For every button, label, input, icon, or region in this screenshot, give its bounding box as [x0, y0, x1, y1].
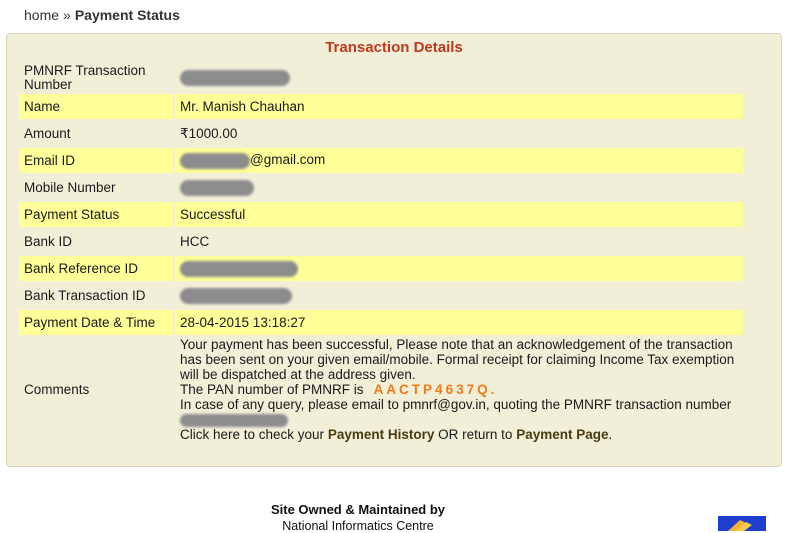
redacted-bank-transaction — [180, 287, 292, 304]
row-transaction-number: PMNRF Transaction Number — [19, 64, 743, 92]
query-line: In case of any query, please email to pm… — [180, 397, 732, 412]
panel-title: Transaction Details — [325, 39, 463, 56]
row-value: Mr. Manish Chauhan — [175, 94, 743, 119]
row-value: 28-04-2015 13:18:27 — [175, 310, 743, 335]
row-comments: Comments Your payment has been successfu… — [19, 337, 743, 442]
row-label: Payment Date & Time — [19, 310, 175, 335]
row-value — [175, 283, 743, 308]
redacted-transaction-number — [180, 70, 290, 87]
row-label: Amount — [24, 125, 71, 141]
email-domain: @gmail.com — [250, 152, 326, 168]
redacted-bank-reference — [180, 260, 298, 277]
breadcrumb-separator: » — [63, 7, 71, 23]
row-amount: Amount ₹1000.00 — [19, 121, 743, 146]
comments-message: Your payment has been successful, Please… — [180, 337, 735, 382]
row-value: Successful — [175, 202, 743, 227]
row-label: Bank Reference ID — [19, 256, 175, 281]
redacted-mobile-number — [180, 179, 254, 196]
payment-history-link[interactable]: Payment History — [328, 427, 435, 442]
row-label: Name — [19, 94, 175, 119]
row-label: Email ID — [19, 148, 175, 173]
row-label: Mobile Number — [24, 179, 116, 195]
footer: Site Owned & Maintained by National Info… — [0, 502, 716, 533]
row-label: Payment Status — [19, 202, 175, 227]
row-mobile: Mobile Number — [19, 175, 743, 200]
row-label: Comments — [24, 381, 90, 397]
links-line: Click here to check your Payment History… — [180, 427, 738, 442]
row-bank-transaction: Bank Transaction ID — [19, 283, 743, 308]
breadcrumb: home» Payment Status — [24, 7, 180, 23]
redacted-line — [180, 412, 738, 427]
row-value: ₹1000.00 — [180, 125, 238, 141]
row-payment-date: Payment Date & Time 28-04-2015 13:18:27 — [19, 310, 743, 335]
breadcrumb-home-link[interactable]: home — [24, 7, 59, 23]
comments-text: Your payment has been successful, Please… — [175, 337, 743, 442]
row-value: @gmail.com — [175, 148, 743, 173]
row-value — [175, 64, 743, 92]
click-prefix: Click here to check your — [180, 427, 325, 442]
row-label: PMNRF Transaction Number — [24, 63, 146, 92]
row-email: Email ID @gmail.com — [19, 148, 743, 173]
redacted-email-user — [180, 152, 250, 169]
row-payment-status: Payment Status Successful — [19, 202, 743, 227]
payment-page-link[interactable]: Payment Page — [516, 427, 608, 442]
pan-number: AACTP4637Q. — [373, 382, 498, 397]
pan-prefix: The PAN number of PMNRF is — [180, 382, 364, 397]
row-name: Name Mr. Manish Chauhan — [19, 94, 743, 119]
or-return-text: OR return to — [438, 427, 513, 442]
row-bank-reference: Bank Reference ID — [19, 256, 743, 281]
nic-logo-badge — [718, 516, 766, 531]
logo-icon — [728, 520, 752, 531]
pan-line: The PAN number of PMNRF is AACTP4637Q. — [180, 382, 738, 397]
row-value: HCC — [180, 234, 210, 249]
row-value — [175, 256, 743, 281]
transaction-details-panel: Transaction Details PMNRF Transaction Nu… — [6, 33, 782, 467]
row-bank-id: Bank ID HCC — [19, 229, 743, 254]
redacted-transaction-ref — [180, 413, 288, 427]
row-label: Bank Transaction ID — [24, 287, 146, 303]
row-label: Bank ID — [24, 233, 73, 249]
breadcrumb-current: Payment Status — [74, 7, 180, 23]
transaction-details-table: PMNRF Transaction Number Name Mr. Manish… — [19, 62, 743, 444]
footer-owned: Site Owned & Maintained by — [270, 502, 446, 517]
row-value — [175, 175, 743, 200]
period: . — [608, 427, 613, 442]
